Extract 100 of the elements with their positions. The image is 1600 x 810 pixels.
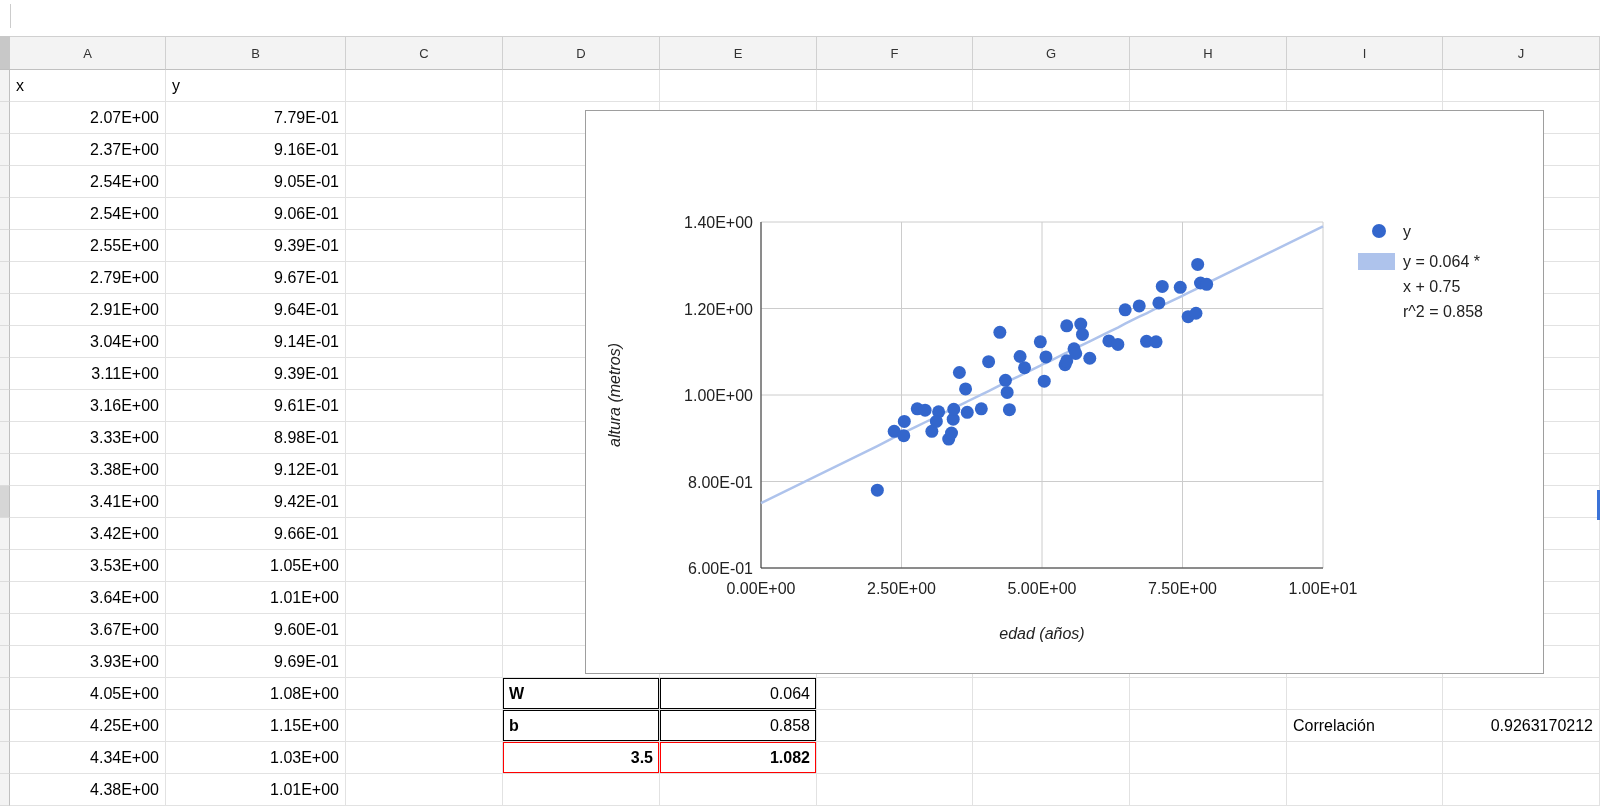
- data-point: [998, 373, 1012, 387]
- table-cell: 3.16E+00: [10, 390, 166, 422]
- x-axis-title: edad (años): [999, 625, 1085, 642]
- data-point: [959, 382, 973, 396]
- row-header[interactable]: [0, 742, 10, 774]
- table-cell: 3.04E+00: [10, 326, 166, 358]
- column-header[interactable]: A: [10, 36, 166, 70]
- table-cell: y: [166, 70, 346, 102]
- row-header[interactable]: [0, 614, 10, 646]
- row-header[interactable]: [0, 518, 10, 550]
- row-header[interactable]: [0, 582, 10, 614]
- data-point: [1155, 279, 1169, 293]
- data-point: [929, 414, 943, 428]
- column-header[interactable]: H: [1130, 36, 1287, 70]
- table-cell: W: [503, 678, 660, 710]
- row-header[interactable]: [0, 262, 10, 294]
- table-cell: 9.12E-01: [166, 454, 346, 486]
- column-header[interactable]: I: [1287, 36, 1443, 70]
- table-cell: 9.64E-01: [166, 294, 346, 326]
- data-point: [1069, 347, 1083, 360]
- data-point: [1152, 296, 1166, 310]
- row-header[interactable]: [0, 198, 10, 230]
- axis-tick-label: 1.20E+00: [684, 300, 753, 318]
- row-header[interactable]: [0, 358, 10, 390]
- row-header[interactable]: [0, 550, 10, 582]
- data-point: [1018, 361, 1032, 375]
- row-header[interactable]: [0, 774, 10, 806]
- axis-tick-label: 2.50E+00: [867, 580, 936, 597]
- row-header[interactable]: [0, 646, 10, 678]
- axis-tick-label: 8.00E-01: [688, 473, 753, 491]
- data-point: [974, 402, 988, 416]
- row-header[interactable]: [0, 422, 10, 454]
- data-point: [1039, 350, 1053, 364]
- table-cell: 1.03E+00: [166, 742, 346, 774]
- column-header[interactable]: F: [817, 36, 973, 70]
- data-point: [1033, 335, 1047, 349]
- column-header[interactable]: G: [973, 36, 1130, 70]
- table-cell: 1.01E+00: [166, 582, 346, 614]
- table-cell: 9.60E-01: [166, 614, 346, 646]
- data-point: [1200, 277, 1214, 291]
- table-cell: 9.05E-01: [166, 166, 346, 198]
- row-header[interactable]: [0, 678, 10, 710]
- table-cell: 0.858: [660, 710, 817, 742]
- data-point: [947, 402, 961, 416]
- table-cell: 2.37E+00: [10, 134, 166, 166]
- data-point: [960, 405, 974, 419]
- legend-label: y = 0.064 * x + 0.75 r^2 = 0.858: [1403, 252, 1483, 322]
- row-header[interactable]: [0, 166, 10, 198]
- row-header[interactable]: [0, 390, 10, 422]
- axis-tick-label: 7.50E+00: [1148, 580, 1217, 597]
- table-cell: 0.9263170212: [1443, 710, 1600, 742]
- table-cell: 2.79E+00: [10, 262, 166, 294]
- table-cell: 3.64E+00: [10, 582, 166, 614]
- table-cell: 1.08E+00: [166, 678, 346, 710]
- table-cell: 3.33E+00: [10, 422, 166, 454]
- table-cell: 1.05E+00: [166, 550, 346, 582]
- column-header[interactable]: B: [166, 36, 346, 70]
- row-header[interactable]: [0, 70, 10, 102]
- table-cell: 2.07E+00: [10, 102, 166, 134]
- data-point: [945, 426, 958, 440]
- table-cell: 4.38E+00: [10, 774, 166, 806]
- data-point: [1149, 335, 1163, 349]
- data-point: [1118, 303, 1132, 317]
- data-point: [982, 355, 996, 369]
- table-cell: 2.91E+00: [10, 294, 166, 326]
- corner-cell[interactable]: [0, 36, 10, 70]
- column-header[interactable]: E: [660, 36, 817, 70]
- table-cell: 9.39E-01: [166, 230, 346, 262]
- row-header[interactable]: [0, 710, 10, 742]
- data-point: [952, 366, 966, 379]
- axis-tick-label: 1.00E+01: [1288, 580, 1358, 597]
- column-header[interactable]: J: [1443, 36, 1600, 70]
- column-header[interactable]: C: [346, 36, 503, 70]
- row-header[interactable]: [0, 486, 10, 518]
- data-point: [870, 483, 884, 497]
- data-point: [1002, 403, 1016, 417]
- table-cell: 4.05E+00: [10, 678, 166, 710]
- row-header[interactable]: [0, 454, 10, 486]
- data-point: [897, 414, 911, 428]
- table-cell: 7.79E-01: [166, 102, 346, 134]
- column-header[interactable]: D: [503, 36, 660, 70]
- table-cell: x: [10, 70, 166, 102]
- axis-tick-label: 6.00E-01: [688, 560, 753, 577]
- data-point: [1075, 327, 1089, 341]
- row-header[interactable]: [0, 230, 10, 262]
- axis-tick-label: 5.00E+00: [1007, 580, 1077, 597]
- row-header[interactable]: [0, 326, 10, 358]
- data-point: [1037, 374, 1051, 388]
- table-cell: 8.98E-01: [166, 422, 346, 454]
- table-cell: 1.01E+00: [166, 774, 346, 806]
- row-header[interactable]: [0, 102, 10, 134]
- row-header[interactable]: [0, 294, 10, 326]
- data-point: [1060, 354, 1074, 368]
- table-cell: 2.54E+00: [10, 166, 166, 198]
- row-header[interactable]: [0, 134, 10, 166]
- data-point: [1189, 306, 1203, 320]
- table-cell: 1.082: [660, 742, 817, 774]
- table-cell: 3.42E+00: [10, 518, 166, 550]
- data-point: [993, 325, 1007, 339]
- table-cell: 2.55E+00: [10, 230, 166, 262]
